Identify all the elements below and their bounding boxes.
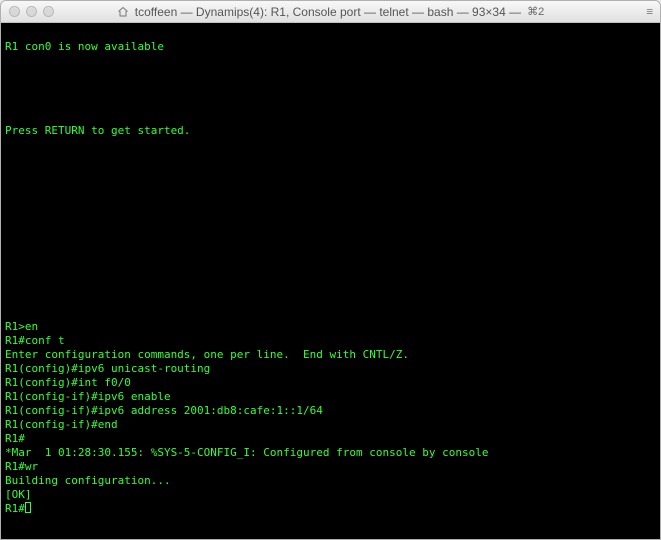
terminal-line [5, 306, 656, 320]
terminal-line [5, 208, 656, 222]
terminal-prompt: R1# [5, 502, 25, 515]
terminal-line [5, 236, 656, 250]
terminal-line: R1>en [5, 320, 656, 334]
terminal-line [5, 54, 656, 68]
terminal-window: tcoffeen — Dynamips(4): R1, Console port… [0, 0, 661, 540]
terminal-line: R1#conf t [5, 334, 656, 348]
window-title: tcoffeen — Dynamips(4): R1, Console port… [135, 5, 521, 19]
terminal-prompt-line: R1# [5, 502, 656, 516]
terminal-line [5, 278, 656, 292]
terminal-line: R1(config-if)#ipv6 enable [5, 390, 656, 404]
terminal-line [5, 166, 656, 180]
window-shortcut: ⌘2 [527, 5, 544, 18]
terminal-line: R1(config)#int f0/0 [5, 376, 656, 390]
terminal-line [5, 264, 656, 278]
close-button[interactable] [9, 6, 20, 17]
terminal-line [5, 138, 656, 152]
terminal-line: R1(config-if)#end [5, 418, 656, 432]
terminal-line [5, 250, 656, 264]
titlebar[interactable]: tcoffeen — Dynamips(4): R1, Console port… [1, 1, 660, 23]
cursor [25, 502, 31, 513]
terminal-line: Building configuration... [5, 474, 656, 488]
terminal-line [5, 96, 656, 110]
terminal-line [5, 292, 656, 306]
terminal-line [5, 222, 656, 236]
traffic-lights [9, 6, 54, 17]
terminal-line [5, 82, 656, 96]
terminal-line: R1(config-if)#ipv6 address 2001:db8:cafe… [5, 404, 656, 418]
zoom-button[interactable] [43, 6, 54, 17]
terminal-line: [OK] [5, 488, 656, 502]
terminal-line: R1(config)#ipv6 unicast-routing [5, 362, 656, 376]
terminal-line: *Mar 1 01:28:30.155: %SYS-5-CONFIG_I: Co… [5, 446, 656, 460]
terminal-line: R1# [5, 432, 656, 446]
toolbar-toggle-icon[interactable]: ≡ [646, 6, 652, 17]
home-icon [117, 6, 129, 18]
window-title-group: tcoffeen — Dynamips(4): R1, Console port… [1, 5, 660, 19]
terminal-line [5, 26, 656, 40]
terminal-line [5, 110, 656, 124]
terminal-line [5, 180, 656, 194]
terminal-line: R1#wr [5, 460, 656, 474]
terminal-line [5, 68, 656, 82]
terminal-output[interactable]: R1 con0 is now available Press RETURN to … [1, 23, 660, 539]
terminal-line [5, 194, 656, 208]
terminal-line: R1 con0 is now available [5, 40, 656, 54]
terminal-line: Press RETURN to get started. [5, 124, 656, 138]
terminal-line [5, 152, 656, 166]
terminal-line: Enter configuration commands, one per li… [5, 348, 656, 362]
minimize-button[interactable] [26, 6, 37, 17]
